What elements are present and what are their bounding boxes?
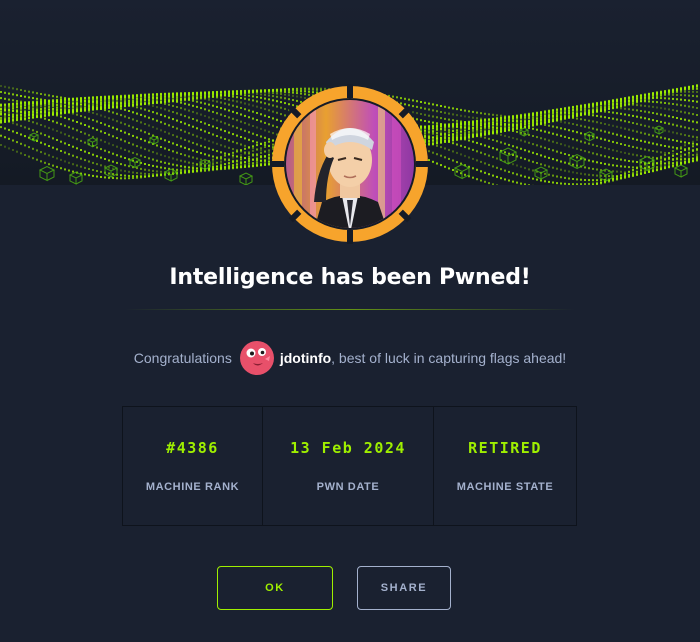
congrats-prefix: Congratulations (133, 350, 232, 366)
user-avatar-icon (239, 341, 274, 375)
share-button[interactable]: SHARE (357, 566, 451, 610)
congrats-message: Congratulations jdotinfo , best of luck … (0, 341, 700, 375)
title-divider (125, 309, 575, 310)
stats-panel: #4386 MACHINE RANK 13 Feb 2024 PWN DATE … (122, 406, 577, 526)
congrats-suffix: , best of luck in capturing flags ahead! (331, 350, 567, 366)
stat-label: PWN DATE (316, 481, 380, 493)
stat-machine-state: RETIRED MACHINE STATE (434, 407, 576, 525)
modal-title: Intelligence has been Pwned! (169, 265, 531, 290)
ok-button[interactable]: OK (217, 566, 333, 610)
stat-label: MACHINE STATE (456, 481, 554, 493)
stat-value: 13 Feb 2024 (290, 439, 406, 457)
machine-avatar-icon (270, 84, 430, 244)
stat-pwn-date: 13 Feb 2024 PWN DATE (263, 407, 434, 525)
stat-value: #4386 (166, 439, 219, 457)
username[interactable]: jdotinfo (280, 350, 331, 366)
stat-value: RETIRED (468, 439, 542, 457)
stat-label: MACHINE RANK (145, 481, 240, 493)
stat-machine-rank: #4386 MACHINE RANK (123, 407, 263, 525)
